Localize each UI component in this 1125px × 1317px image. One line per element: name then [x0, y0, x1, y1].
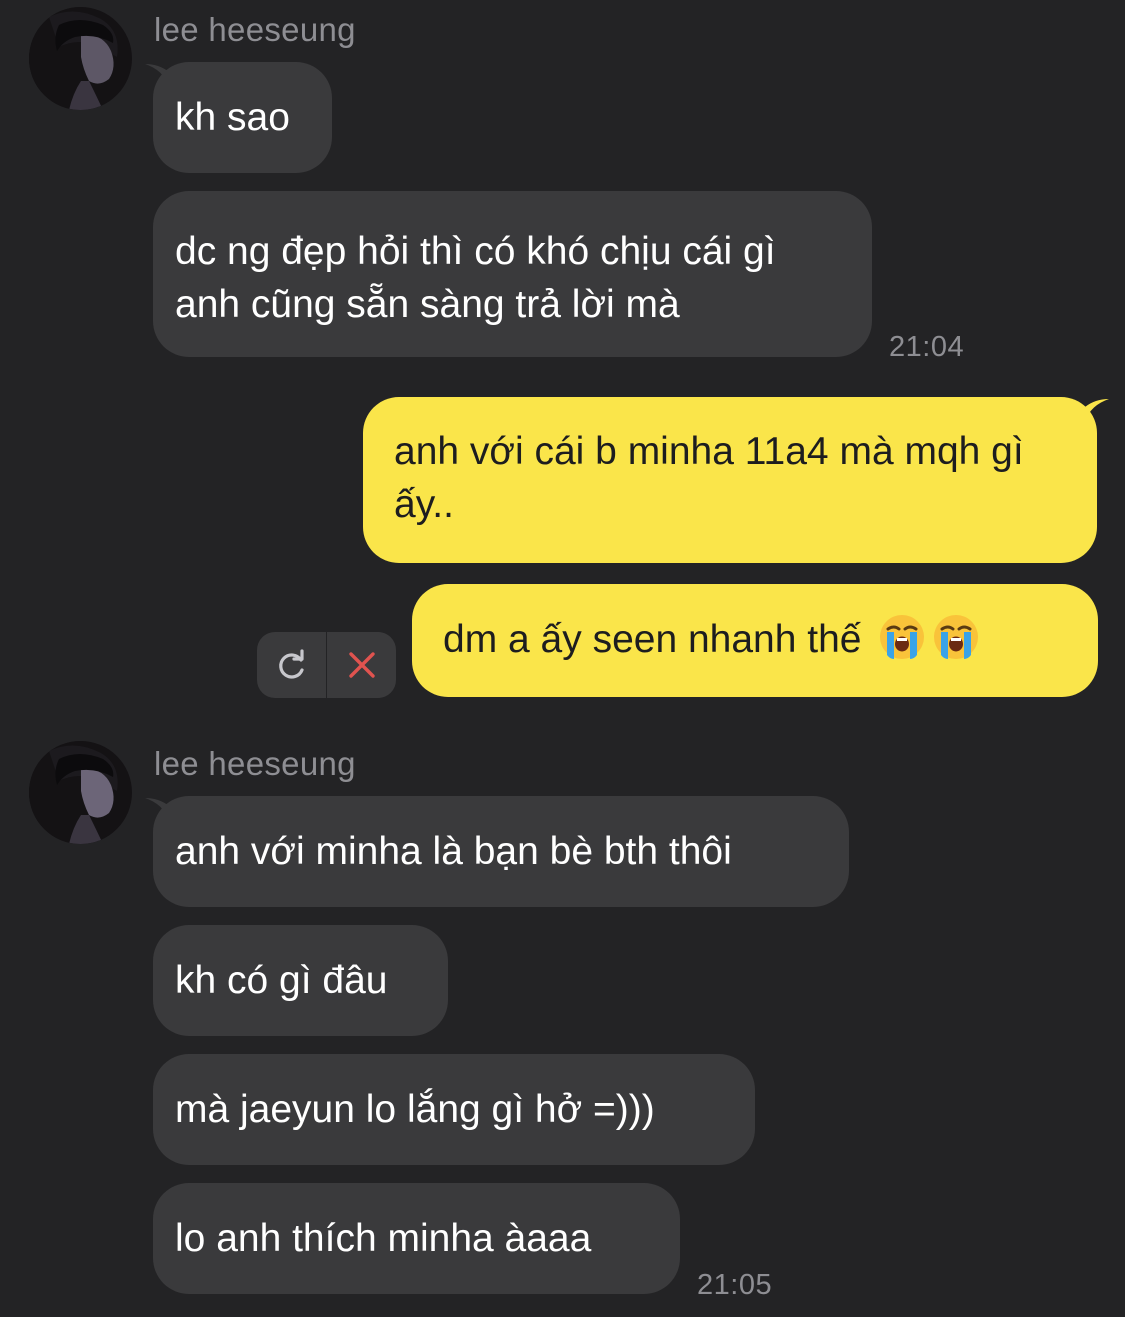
- message-text: anh với cái b minha 11a4 mà mqh gì ấy..: [394, 430, 1024, 526]
- message-timestamp: 21:04: [889, 331, 965, 363]
- bubble-tail: [145, 64, 169, 86]
- message-bubble[interactable]: lo anh thích minha àaaa: [153, 1183, 680, 1294]
- message-bubble[interactable]: dm a ấy seen nhanh thế: [412, 584, 1098, 697]
- loudly-crying-face-icon: [880, 615, 925, 659]
- message-bubble[interactable]: kh sao: [153, 62, 332, 173]
- close-icon: [348, 652, 375, 678]
- message-text: anh với minha là bạn bè bth thôi: [175, 830, 732, 873]
- message-text: kh sao: [175, 96, 290, 139]
- retry-button[interactable]: [257, 632, 326, 698]
- message-bubble[interactable]: anh với cái b minha 11a4 mà mqh gì ấy..: [363, 397, 1097, 563]
- message-bubble[interactable]: kh có gì đâu: [153, 925, 448, 1036]
- bubble-tail: [1085, 399, 1109, 421]
- failed-message-actions: [257, 632, 396, 698]
- avatar[interactable]: [29, 741, 132, 844]
- delete-button[interactable]: [327, 632, 396, 698]
- profile-photo: [29, 741, 132, 844]
- bubble-tail: [145, 798, 169, 820]
- message-bubble[interactable]: dc ng đẹp hỏi thì có khó chịu cái gì anh…: [153, 191, 872, 357]
- profile-photo: [29, 7, 132, 110]
- sender-name: lee heeseung: [154, 11, 356, 48]
- message-bubble[interactable]: anh với minha là bạn bè bth thôi: [153, 796, 849, 907]
- message-bubble[interactable]: mà jaeyun lo lắng gì hở =))): [153, 1054, 755, 1165]
- message-timestamp: 21:05: [697, 1269, 773, 1301]
- message-text: dc ng đẹp hỏi thì có khó chịu cái gì anh…: [175, 230, 776, 326]
- retry-icon: [278, 649, 304, 679]
- message-text: lo anh thích minha àaaa: [175, 1217, 592, 1260]
- avatar[interactable]: [29, 7, 132, 110]
- loudly-crying-face-icon: [934, 615, 979, 659]
- message-text: kh có gì đâu: [175, 959, 388, 1002]
- chat-screen: lee heeseung kh sao dc ng đẹp hỏi thì có…: [0, 0, 1125, 1317]
- sender-name: lee heeseung: [154, 745, 356, 782]
- message-text: dm a ấy seen nhanh thế: [443, 618, 862, 661]
- message-text: mà jaeyun lo lắng gì hở =))): [175, 1088, 655, 1131]
